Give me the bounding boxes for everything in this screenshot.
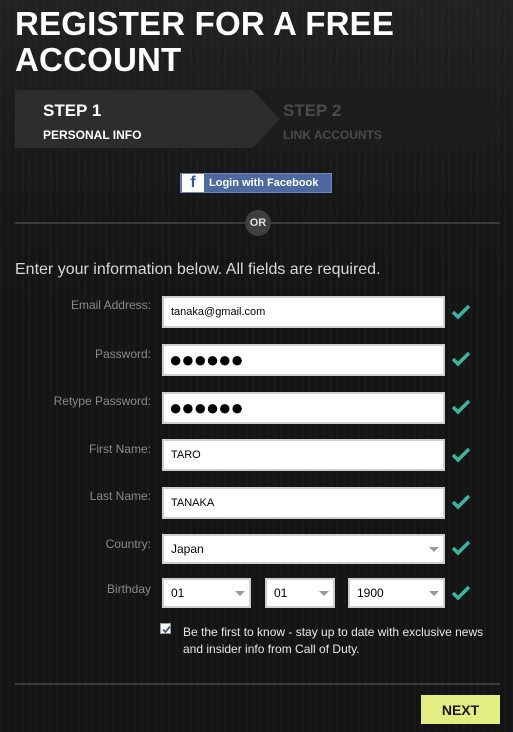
checkmark-icon xyxy=(451,304,471,320)
email-label: Email Address: xyxy=(70,298,151,312)
country-value: Japan xyxy=(171,542,204,556)
last-name-field[interactable] xyxy=(162,487,445,519)
birthday-label: Birthday xyxy=(106,582,151,596)
chevron-down-icon xyxy=(429,591,439,596)
step-1-number: STEP 1 xyxy=(43,101,102,120)
password-label: Password: xyxy=(94,347,151,361)
facebook-login-label: Login with Facebook xyxy=(209,177,319,189)
page-title: REGISTER FOR A FREE ACCOUNT xyxy=(15,5,395,78)
birthday-month-value: 01 xyxy=(171,586,185,600)
checkmark-icon xyxy=(451,447,471,463)
first-name-label: First Name: xyxy=(88,442,151,456)
checkmark-icon xyxy=(451,585,471,601)
step-2-number: STEP 2 xyxy=(283,101,342,120)
chevron-down-icon xyxy=(319,591,329,596)
chevron-down-icon xyxy=(235,591,245,596)
step-progress: STEP 1 PERSONAL INFO STEP 2 LINK ACCOUNT… xyxy=(15,90,500,148)
checkmark-icon xyxy=(451,351,471,367)
birthday-day-select[interactable]: 01 xyxy=(265,578,335,608)
step-1-label: PERSONAL INFO xyxy=(43,128,142,142)
checkmark-icon xyxy=(451,494,471,510)
password-field[interactable]: ●●●●●● xyxy=(162,344,445,376)
checkmark-icon xyxy=(451,399,471,415)
birthday-month-select[interactable]: 01 xyxy=(162,578,251,608)
step-1-tab: STEP 1 PERSONAL INFO xyxy=(15,90,280,148)
facebook-login-button[interactable]: f Login with Facebook xyxy=(180,173,332,193)
retype-password-label: Retype Password: xyxy=(53,394,151,408)
birthday-year-value: 1900 xyxy=(357,586,384,600)
facebook-icon: f xyxy=(182,174,204,192)
form-intro: Enter your information below. All fields… xyxy=(15,261,381,278)
next-button[interactable]: NEXT xyxy=(421,695,500,724)
newsletter-checkbox[interactable] xyxy=(160,623,171,634)
retype-password-field[interactable]: ●●●●●● xyxy=(162,392,445,424)
last-name-label: Last Name: xyxy=(89,489,151,503)
checkbox-check-icon xyxy=(162,625,171,634)
first-name-field[interactable] xyxy=(162,439,445,471)
bottom-divider xyxy=(15,683,500,685)
country-label: Country: xyxy=(105,537,151,551)
country-select[interactable]: Japan xyxy=(162,534,445,564)
email-field[interactable] xyxy=(162,296,445,328)
birthday-year-select[interactable]: 1900 xyxy=(348,578,445,608)
or-badge: OR xyxy=(245,210,271,236)
birthday-day-value: 01 xyxy=(274,586,288,600)
newsletter-label: Be the first to know - stay up to date w… xyxy=(183,625,484,656)
chevron-down-icon xyxy=(429,547,439,552)
step-2-label: LINK ACCOUNTS xyxy=(283,128,382,142)
step-2-tab: STEP 2 LINK ACCOUNTS xyxy=(253,90,500,148)
facebook-logo-letter: f xyxy=(190,174,196,191)
checkmark-icon xyxy=(451,540,471,556)
